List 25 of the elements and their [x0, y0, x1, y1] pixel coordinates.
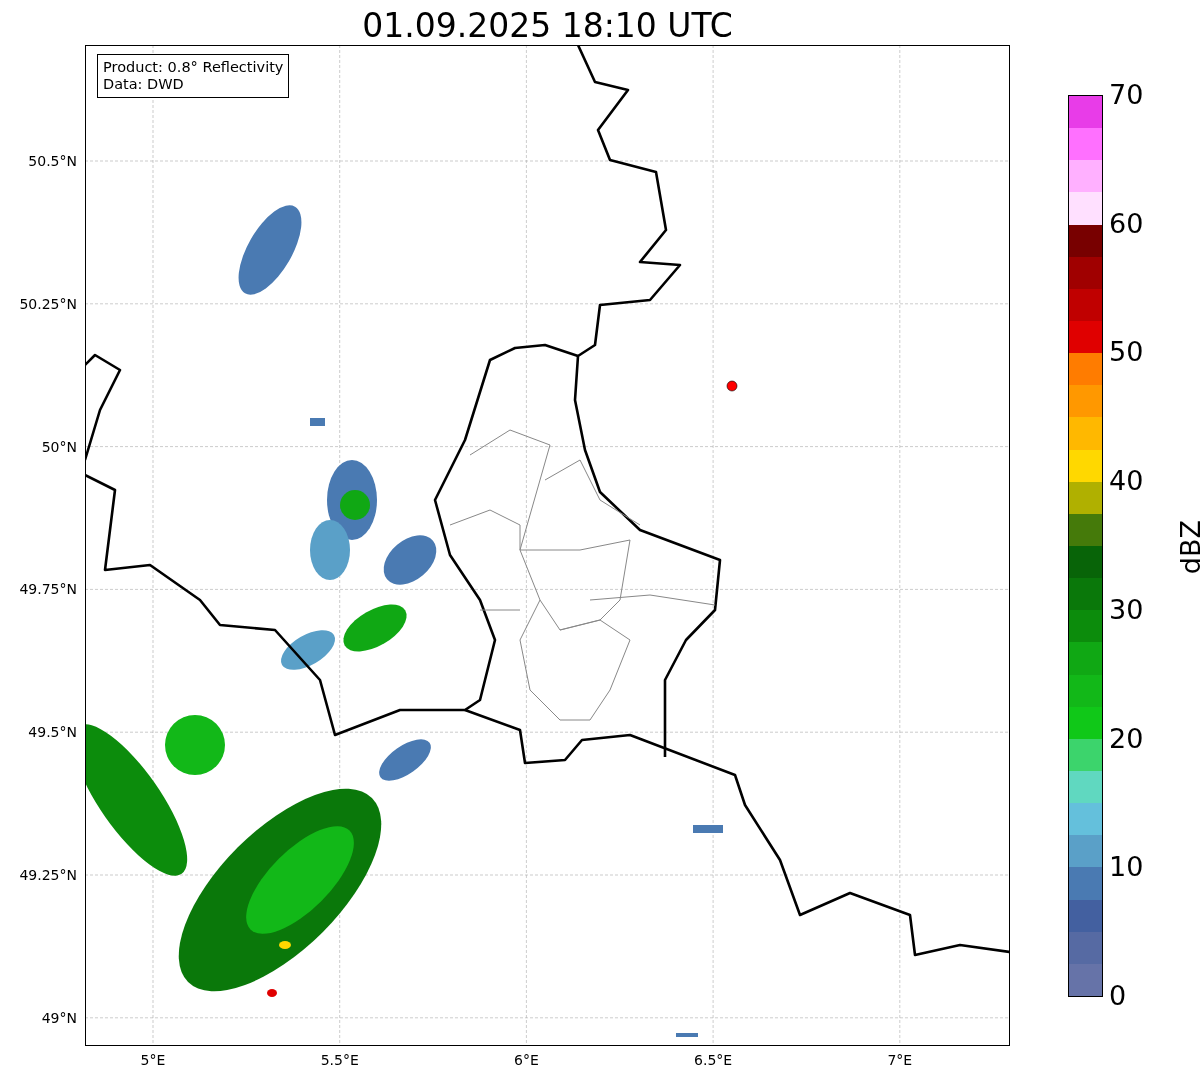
axis-tick-label: 5°E	[140, 1052, 166, 1068]
axis-tick-label: 49.5°N	[28, 724, 77, 741]
axis-tick-label: 49°N	[41, 1009, 77, 1026]
colorbar-tick-label: 30	[1109, 594, 1144, 625]
axis-tick-label: 7°E	[887, 1052, 913, 1068]
colorbar-tick-label: 60	[1109, 208, 1144, 239]
chart-title: 01.09.2025 18:10 UTC	[361, 5, 734, 45]
location-dot	[726, 380, 738, 392]
colorbar-tick-label: 50	[1109, 337, 1144, 368]
axis-tick-label: 5.5°E	[320, 1052, 359, 1068]
axis-tick-label: 50.25°N	[19, 295, 77, 312]
colorbar-label: dBZ	[1176, 520, 1202, 575]
colorbar-tick-label: 0	[1109, 980, 1127, 1011]
axis-tick-label: 49.75°N	[19, 581, 77, 598]
legend-text: Product: 0.8° Reflectivity	[103, 59, 284, 76]
axis-tick-label: 50.5°N	[28, 153, 77, 169]
colorbar-tick-label: 70	[1109, 80, 1144, 110]
axis-tick-label: 50°N	[41, 438, 77, 455]
colorbar-tick-label: 10	[1109, 852, 1144, 883]
colorbar-tick-label: 40	[1109, 466, 1144, 497]
legend-text: Data: DWD	[103, 76, 185, 93]
colorbar-tick-label: 20	[1109, 723, 1144, 754]
axis-tick-label: 6.5°E	[694, 1052, 733, 1068]
axis-tick-label: 49.25°N	[19, 867, 77, 883]
axis-tick-label: 6°E	[514, 1052, 539, 1068]
